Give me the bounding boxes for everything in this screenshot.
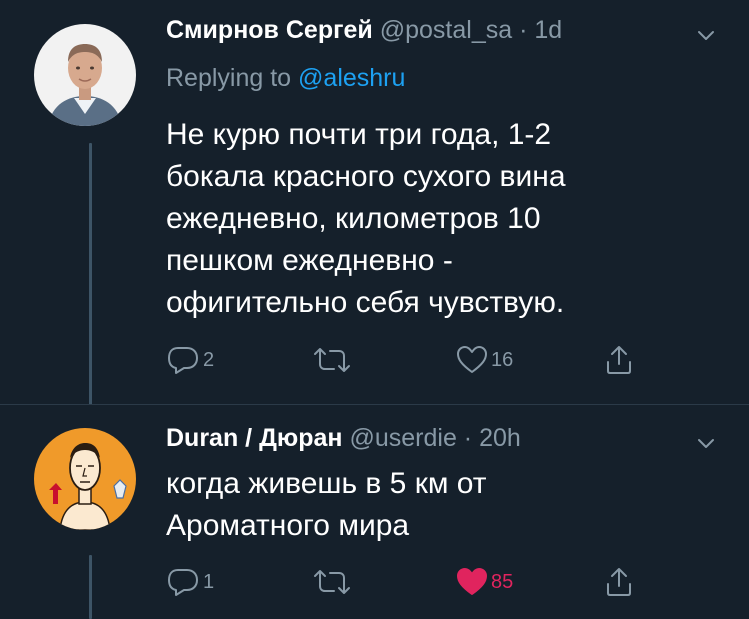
heart-icon bbox=[457, 346, 487, 373]
timestamp[interactable]: 1d bbox=[534, 16, 562, 44]
heart-icon bbox=[457, 568, 487, 595]
like-count: 85 bbox=[491, 570, 514, 593]
retweet-button[interactable] bbox=[312, 342, 352, 378]
tweet-header: Duran / Дюран @userdie · 20h bbox=[166, 422, 521, 454]
separator-dot: · bbox=[463, 424, 473, 452]
display-name[interactable]: Duran / Дюран bbox=[166, 424, 343, 452]
like-count: 16 bbox=[491, 348, 514, 371]
avatar[interactable] bbox=[34, 24, 136, 126]
reply-count: 1 bbox=[203, 570, 215, 593]
share-icon bbox=[607, 346, 631, 374]
tweet-text: Не курю почти три года, 1-2 бокала красн… bbox=[166, 118, 566, 319]
chevron-down-icon[interactable] bbox=[695, 432, 717, 454]
retweet-button[interactable] bbox=[312, 564, 352, 600]
action-bar: 2 16 bbox=[166, 342, 666, 378]
like-button[interactable]: 85 bbox=[456, 564, 513, 600]
tweet[interactable]: Duran / Дюран @userdie · 20h когда живеш… bbox=[0, 405, 749, 619]
thread-line bbox=[89, 555, 92, 619]
reply-icon bbox=[168, 569, 198, 596]
timestamp[interactable]: 20h bbox=[479, 424, 521, 452]
avatar-image bbox=[34, 24, 136, 126]
reply-button[interactable]: 1 bbox=[166, 564, 214, 600]
share-button[interactable] bbox=[604, 564, 634, 600]
thread-line bbox=[89, 143, 92, 405]
share-icon bbox=[607, 568, 631, 596]
retweet-icon bbox=[314, 570, 350, 594]
share-button[interactable] bbox=[604, 342, 634, 378]
user-handle[interactable]: @postal_sa bbox=[380, 16, 512, 44]
reply-count: 2 bbox=[203, 348, 215, 371]
avatar[interactable] bbox=[34, 428, 136, 530]
tweet[interactable]: Смирнов Сергей @postal_sa · 1d Replying … bbox=[0, 0, 749, 405]
replying-to: Replying to @aleshru bbox=[166, 62, 405, 94]
display-name[interactable]: Смирнов Сергей bbox=[166, 16, 373, 44]
tweet-text: когда живешь в 5 км от Ароматного мира bbox=[166, 467, 487, 542]
action-bar: 1 85 bbox=[166, 564, 666, 600]
like-button[interactable]: 16 bbox=[456, 342, 513, 378]
avatar-image bbox=[34, 428, 136, 530]
replying-label: Replying to bbox=[166, 64, 292, 92]
chevron-down-icon[interactable] bbox=[695, 24, 717, 46]
separator-dot: · bbox=[519, 16, 528, 44]
tweet-header: Смирнов Сергей @postal_sa · 1d bbox=[166, 14, 562, 46]
reply-button[interactable]: 2 bbox=[166, 342, 214, 378]
user-handle[interactable]: @userdie bbox=[349, 424, 456, 452]
mention-link[interactable]: @aleshru bbox=[298, 64, 405, 92]
reply-icon bbox=[168, 347, 198, 374]
retweet-icon bbox=[314, 348, 350, 372]
